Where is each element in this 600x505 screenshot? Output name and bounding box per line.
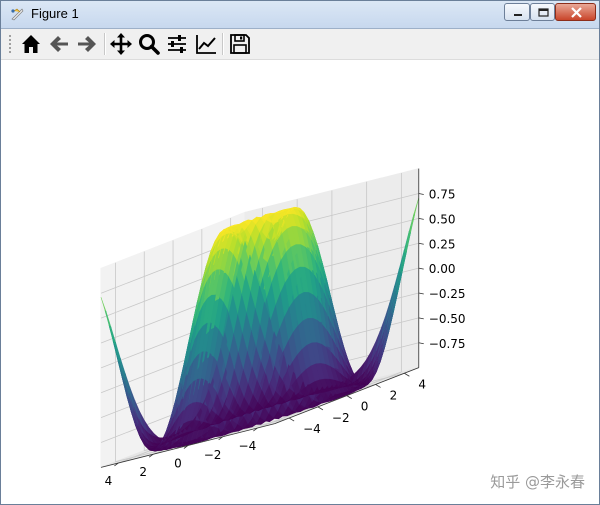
move-icon — [110, 33, 132, 55]
minimize-button[interactable] — [504, 3, 530, 21]
x-tick-label: 2 — [139, 465, 147, 479]
close-button[interactable] — [555, 3, 596, 21]
floppy-disk-icon — [230, 34, 250, 54]
maximize-button[interactable] — [530, 3, 555, 21]
x-tick-label: 4 — [105, 474, 113, 488]
tick-mark — [375, 384, 381, 388]
save-button[interactable] — [228, 32, 252, 56]
x-tick-label: 0 — [174, 457, 182, 471]
configure-subplots-button[interactable] — [165, 32, 189, 56]
python-feather-icon — [9, 6, 25, 22]
back-button[interactable] — [47, 32, 71, 56]
tick-mark — [288, 417, 295, 422]
y-tick-label: 4 — [418, 377, 426, 391]
y-tick-label: 2 — [390, 389, 398, 403]
forward-button[interactable] — [75, 32, 99, 56]
figure-canvas[interactable]: −4 −2 0 2 4 −4 −2 0 2 4 0.75 0.50 0.25 0.00 −0.25 −0.50… — [1, 60, 599, 504]
maximize-icon — [538, 8, 549, 17]
edit-axis-button[interactable] — [194, 32, 218, 56]
pan-button[interactable] — [109, 32, 133, 56]
tick-mark — [317, 406, 324, 411]
y-tick-label: −4 — [303, 422, 321, 436]
tick-mark — [346, 395, 352, 399]
navigation-toolbar — [1, 29, 599, 60]
figure-window: Figure 1 −4 −2 0 2 4 −4 −2 0 2 4 0.75 0.… — [0, 0, 600, 505]
watermark-text: 知乎 @李永春 — [490, 473, 585, 491]
toolbar-separator — [222, 33, 224, 55]
minimize-icon — [514, 14, 522, 16]
z-tick-label: −0.25 — [429, 287, 466, 301]
sliders-icon — [168, 35, 186, 53]
tick-mark — [418, 317, 424, 320]
home-button[interactable] — [19, 32, 43, 56]
z-tick-label: 0.50 — [429, 212, 456, 226]
z-tick-label: 0.25 — [429, 237, 456, 251]
z-tick-label: −0.75 — [429, 337, 466, 351]
close-icon — [571, 7, 582, 18]
tick-mark — [418, 193, 424, 195]
window-title: Figure 1 — [31, 6, 79, 21]
zoom-button[interactable] — [137, 32, 161, 56]
x-tick-label: −2 — [204, 448, 222, 462]
y-tick-label: −2 — [332, 411, 350, 425]
y-tick-label: 0 — [361, 400, 369, 414]
line-chart-icon — [196, 35, 216, 54]
tick-mark — [418, 267, 424, 270]
tick-mark — [404, 372, 410, 377]
tick-mark — [418, 242, 424, 245]
toolbar-grip[interactable] — [8, 34, 12, 54]
z-tick-label: 0.75 — [429, 188, 456, 202]
arrow-right-icon — [78, 36, 96, 52]
tick-mark — [418, 218, 424, 220]
z-tick-label: −0.50 — [429, 312, 466, 326]
toolbar-separator — [104, 33, 106, 55]
magnifier-icon — [139, 34, 160, 55]
tick-mark — [418, 292, 424, 295]
home-icon — [22, 35, 40, 53]
z-tick-label: 0.00 — [429, 262, 456, 276]
arrow-left-icon — [50, 36, 68, 52]
tick-mark — [418, 342, 424, 345]
surface-plot-3d[interactable]: −4 −2 0 2 4 −4 −2 0 2 4 0.75 0.50 0.25 0.00 −0.25 −0.50… — [1, 60, 599, 504]
title-bar[interactable]: Figure 1 — [1, 1, 599, 29]
x-tick-label: −4 — [239, 439, 257, 453]
